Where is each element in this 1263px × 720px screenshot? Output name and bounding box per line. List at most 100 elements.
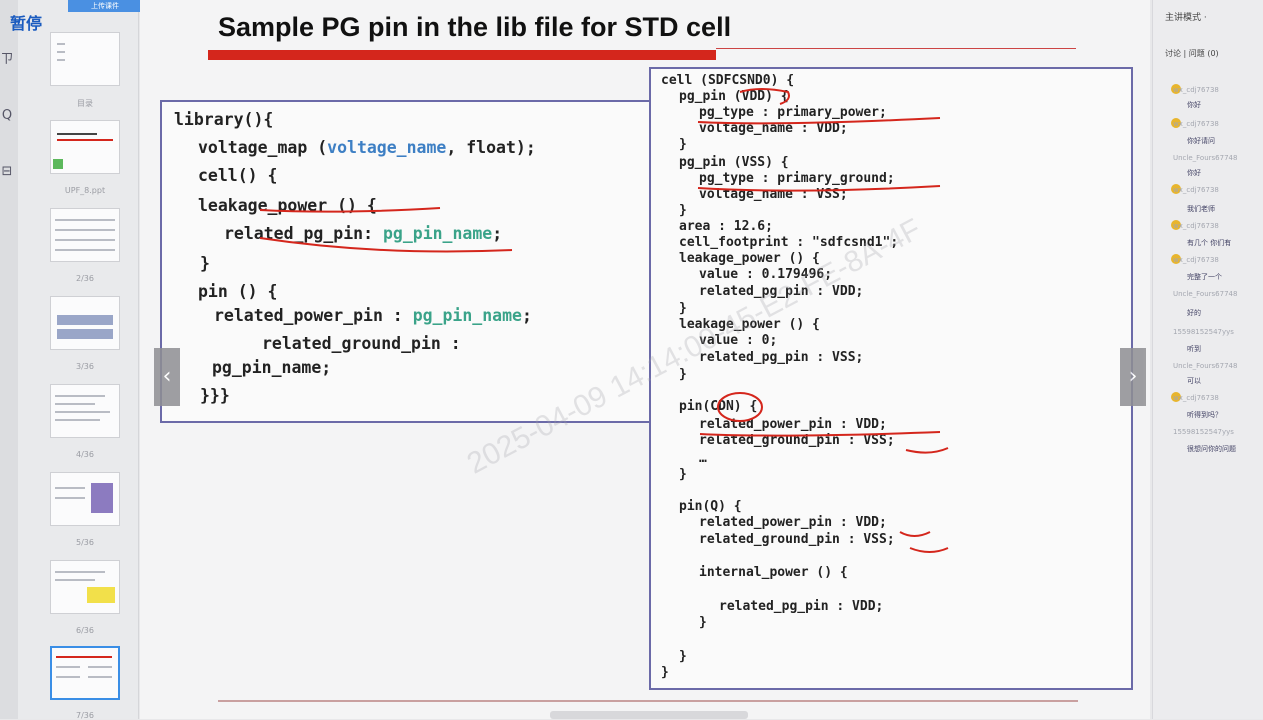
slide-thumbnail-label: 2/36 [76,274,94,283]
chat-username: 15598152547yys [1173,328,1234,336]
chat-message: 完整了一个 [1187,273,1222,281]
slide-title: Sample PG pin in the lib file for STD ce… [218,12,732,42]
code-line: leakage_power () { [198,196,377,215]
slide-thumbnail-label: UPF_8.ppt [64,186,106,195]
chat-username: wx_cdj76738 [1173,222,1219,230]
chat-message: 好的 [1187,309,1201,317]
code-line: … [699,451,707,466]
code-line: } [679,367,687,382]
code-line: related_pg_pin : VSS; [699,350,864,365]
code-line: related_pg_pin : VDD; [719,599,884,614]
code-line: pg_pin (VSS) { [679,155,789,170]
slide-thumbnail-label: 4/36 [76,450,94,459]
chat-username: wx_cdj76738 [1173,256,1219,264]
upload-courseware-button[interactable]: 上传课件 [68,0,142,12]
next-slide-button[interactable]: › [1120,348,1146,406]
code-line: value : 0.179496; [699,267,833,282]
code-line: cell (SDFCSND0) { [661,73,795,88]
code-token: voltage_name [327,138,447,157]
slide-thumbnail-label: 目录 [77,99,93,108]
library-code-box: library(){ voltage_map (voltage_name, fl… [160,100,657,423]
code-line: } [679,467,687,482]
slide-thumbnail-panel: 上传课件 目录 UPF_8.ppt 2/36 3/36 4/36 5/36 6/… [18,0,142,720]
code-line: related_power_pin : VDD; [699,515,887,530]
code-token: ; [492,224,503,243]
code-line: } [679,649,687,664]
code-line: pg_pin_name; [212,358,332,377]
code-line: voltage_name : VSS; [699,187,848,202]
bottom-rule [218,700,1078,702]
slide-canvas: Sample PG pin in the lib file for STD ce… [140,0,1150,719]
code-token: , float); [446,138,536,157]
slide-thumbnail-5[interactable] [50,384,120,438]
slide-thumbnail-1[interactable] [50,32,120,86]
slide-thumbnail-2[interactable] [50,120,120,174]
chat-message: 很想问你的问题 [1187,445,1236,453]
code-line: cell() { [198,166,278,185]
tool-icon[interactable]: ㄗ [0,48,14,67]
chat-username: wx_cdj76738 [1173,394,1219,402]
chat-message: 我们老师 [1187,205,1215,213]
code-line: related_ground_pin : [262,334,461,353]
code-line: value : 0; [699,333,778,348]
code-line: pg_type : primary_power; [699,105,887,120]
code-line: area : 12.6; [679,219,773,234]
code-line: }}} [200,386,230,405]
slide-thumbnail-label: 5/36 [76,538,94,547]
code-token: voltage_map ( [198,138,328,157]
slide-pager[interactable] [550,711,748,719]
chat-username: 15598152547yys [1173,428,1234,436]
title-underline-bar [208,50,716,60]
code-line: pin(CDN) { [679,399,758,414]
code-token: related_pg_pin: [224,224,383,243]
slide-thumbnail-6[interactable] [50,472,120,526]
document-icon[interactable]: ⊟ [0,164,14,179]
code-line: } [200,254,210,273]
slide-thumbnail-label: 3/36 [76,362,94,371]
title-rule [716,48,1076,49]
lecture-mode-toggle[interactable]: 主讲模式 · [1165,10,1207,23]
code-token: related_power_pin : [214,306,413,325]
code-token: pg_pin_name [412,306,522,325]
search-icon[interactable]: Q [0,108,14,123]
code-line: related_power_pin : VDD; [699,417,887,432]
slide-thumbnail-3[interactable] [50,208,120,262]
code-line: related_pg_pin : VDD; [699,284,864,299]
code-line: voltage_map (voltage_name, float); [198,138,536,157]
code-line: cell_footprint : "sdfcsnd1"; [679,235,899,250]
slide-thumbnail-4[interactable] [50,296,120,350]
chat-panel: 主讲模式 · 讨论 | 问题 (0) wx_cdj76738 你好 wx_cdj… [1152,0,1263,719]
code-line: voltage_name : VDD; [699,121,848,136]
code-line: pg_pin (VDD) { [679,89,789,104]
code-line: leakage_power () { [679,317,820,332]
slide-thumbnail-8-selected[interactable] [50,646,120,700]
code-line: pin () { [198,282,278,301]
chat-username: Uncle_Fours67748 [1173,290,1238,298]
code-line: } [661,665,669,680]
chat-message: 你好 [1187,169,1201,177]
code-line: related_power_pin : pg_pin_name; [214,306,532,325]
code-line: pg_type : primary_ground; [699,171,895,186]
slide-thumbnail-7[interactable] [50,560,120,614]
chat-message: 你好 [1187,101,1201,109]
chat-message: 有几个 你们有 [1187,239,1232,247]
chat-username: wx_cdj76738 [1173,86,1219,94]
chat-tabs[interactable]: 讨论 | 问题 (0) [1165,48,1219,59]
code-line: } [679,137,687,152]
code-line: leakage_power () { [679,251,820,266]
code-line: internal_power () { [699,565,848,580]
chat-username: Uncle_Fours67748 [1173,362,1238,370]
chat-username: wx_cdj76738 [1173,186,1219,194]
chat-message: 听得到吗？ [1187,411,1222,419]
slide-thumbnail-label: 6/36 [76,626,94,635]
pause-button[interactable]: 暂停 [10,10,42,34]
chat-username: wx_cdj76738 [1173,120,1219,128]
code-line: } [679,203,687,218]
prev-slide-button[interactable]: ‹ [154,348,180,406]
code-line: pin(Q) { [679,499,742,514]
code-line: } [699,615,707,630]
chat-message: 你好请问 [1187,137,1215,145]
chat-username: Uncle_Fours67748 [1173,154,1238,162]
cell-code-box: cell (SDFCSND0) { pg_pin (VDD) { pg_type… [649,67,1133,690]
code-line: } [679,301,687,316]
